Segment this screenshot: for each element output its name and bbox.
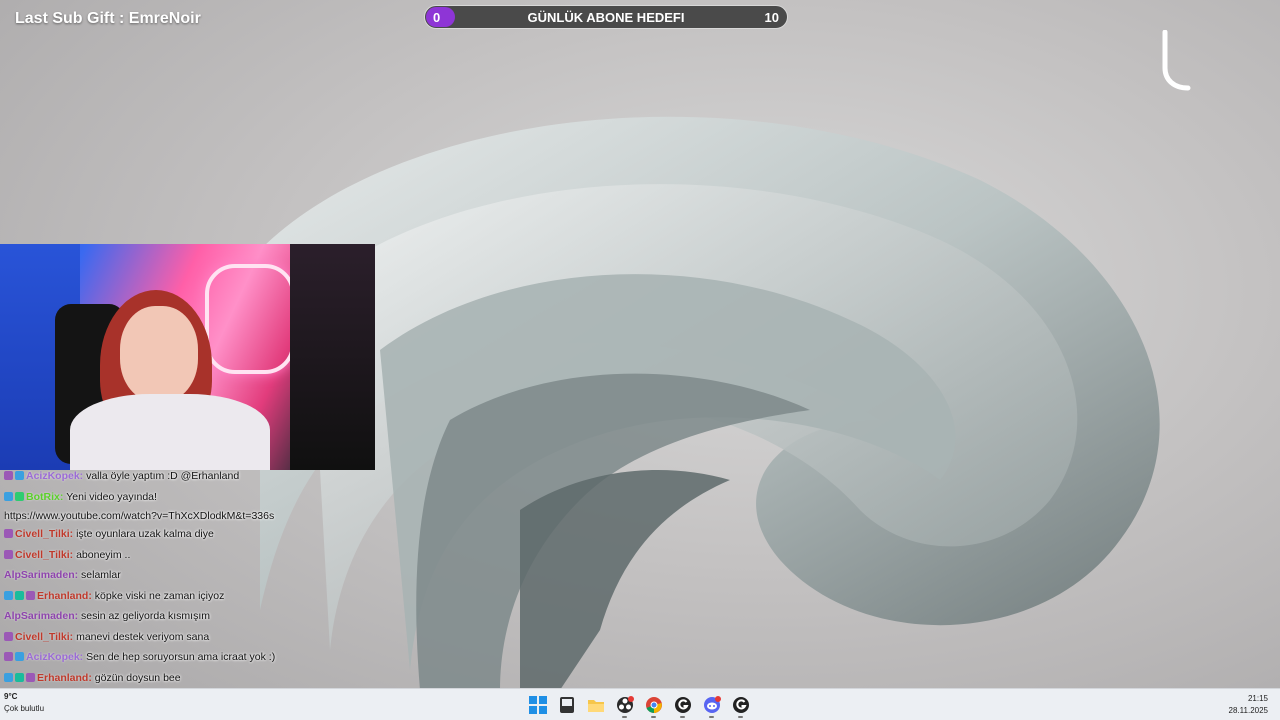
chat-message: AcizKopek: Sen de hep soruyorsun ama icr…: [4, 647, 334, 668]
clock-time: 21:15: [1247, 694, 1268, 703]
chat-message-text: köpke viski ne zaman içiyoz: [94, 589, 225, 602]
chat-badge-icon: [4, 590, 13, 600]
chat-message: AlpSarimaden: sesin az geliyorda kısmışı…: [4, 606, 334, 627]
chat-badge-icon: [4, 529, 13, 538]
chat-badge-icon: [4, 491, 13, 501]
weather-widget[interactable]: 9°C Çok bulutlu: [4, 691, 44, 715]
webcam-dark-corner: [290, 244, 375, 470]
chat-badge-icon: [4, 672, 13, 682]
streamer-body: [70, 394, 270, 470]
chat-message-text: valla öyle yaptım :D @Erhanland: [86, 470, 240, 482]
chat-message-text: işte oyunlara uzak kalma diye: [76, 528, 214, 540]
chat-message-text: https://www.youtube.com/watch?v=ThXcXDlo…: [4, 510, 275, 522]
chat-message-text: sesin az geliyorda kısmışım: [81, 610, 210, 622]
obs-icon[interactable]: [613, 693, 636, 718]
last-sub-gift-label: Last Sub Gift : EmreNoir: [15, 10, 201, 27]
chat-message-text: gözün doysun bee: [94, 671, 181, 684]
chat-message: BotRix: Yeni video yayında!: [4, 487, 334, 508]
discord-icon[interactable]: [700, 693, 723, 718]
chat-badge-icon: [15, 652, 24, 661]
webcam-feed: [0, 244, 375, 470]
goal-title: GÜNLÜK ABONE HEDEFI: [527, 10, 685, 25]
streamer-face: [120, 306, 198, 402]
chat-message: https://www.youtube.com/watch?v=ThXcXDlo…: [4, 507, 334, 524]
chat-message-text: Yeni video yayında!: [66, 490, 157, 503]
grammarly-icon-2[interactable]: [729, 693, 752, 718]
chat-message: AlpSarimaden: selamlar: [4, 565, 334, 586]
chat-username[interactable]: AcizKopek:: [26, 651, 86, 663]
chat-badge-icon: [15, 491, 24, 501]
chat-username[interactable]: Civell_Tilki:: [15, 549, 76, 561]
chat-badge-icon: [4, 631, 13, 641]
chat-username[interactable]: AcizKopek:: [26, 470, 86, 482]
taskbar-apps: [526, 693, 752, 718]
chat-message-text: manevi destek veriyom sana: [76, 630, 210, 643]
neon-sign: [205, 264, 295, 374]
daily-sub-goal-bar: 0 GÜNLÜK ABONE HEDEFI 10: [424, 5, 788, 29]
chat-message: Erhanland: köpke viski ne zaman içiyoz: [4, 586, 334, 607]
weather-temp: 9°C: [4, 692, 18, 701]
weather-desc: Çok bulutlu: [4, 704, 45, 713]
chat-message: Civell_Tilki: manevi destek veriyom sana: [4, 627, 334, 648]
chat-message: Erhanland: gözün doysun bee: [4, 668, 334, 689]
running-indicator: [738, 716, 743, 718]
chat-username[interactable]: AlpSarimaden:: [4, 569, 81, 581]
chat-username[interactable]: Civell_Tilki:: [15, 631, 76, 643]
chat-message-text: selamlar: [81, 569, 121, 581]
goal-target-value: 10: [764, 10, 779, 25]
clock[interactable]: 21:15 28.11.2025: [1229, 693, 1268, 717]
chat-message: Civell_Tilki: işte oyunlara uzak kalma d…: [4, 524, 334, 545]
chat-badge-icon: [15, 590, 24, 600]
taskbar: 9°C Çok bulutlu 21:15 28.11.2025: [0, 688, 1280, 720]
chat-badge-icon: [15, 672, 24, 682]
chrome-icon[interactable]: [642, 693, 665, 718]
brand-logo-icon: [1158, 29, 1194, 92]
chat-badge-icon: [4, 549, 13, 559]
running-indicator: [680, 716, 685, 718]
chat-badge-icon: [26, 672, 35, 682]
chat-badge-icon: [15, 471, 24, 480]
chat-badge-icon: [4, 652, 13, 661]
chat-message-text: aboneyim ..: [76, 548, 131, 561]
chat-username[interactable]: Civell_Tilki:: [15, 528, 76, 540]
running-indicator: [709, 716, 714, 718]
chat-badge-icon: [4, 471, 13, 480]
running-indicator: [651, 716, 656, 718]
grammarly-icon[interactable]: [671, 693, 694, 718]
clock-date: 28.11.2025: [1228, 706, 1268, 715]
chat-overlay: AcizKopek: valla öyle yaptım :D @Erhanla…: [4, 466, 334, 709]
running-indicator: [622, 716, 627, 718]
chat-username[interactable]: Erhanland:: [37, 590, 95, 602]
chat-message: Civell_Tilki: aboneyim ..: [4, 545, 334, 566]
chat-message-text: Sen de hep soruyorsun ama icraat yok :): [86, 651, 276, 663]
windows-start-icon[interactable]: [526, 693, 549, 716]
chat-username[interactable]: BotRix:: [26, 491, 66, 503]
chat-username[interactable]: Erhanland:: [37, 672, 95, 684]
chat-message: AcizKopek: valla öyle yaptım :D @Erhanla…: [4, 466, 334, 487]
folder-icon[interactable]: [584, 693, 607, 716]
file-explorer-icon[interactable]: [555, 693, 578, 716]
chat-badge-icon: [26, 590, 35, 600]
chat-username[interactable]: AlpSarimaden:: [4, 610, 81, 622]
